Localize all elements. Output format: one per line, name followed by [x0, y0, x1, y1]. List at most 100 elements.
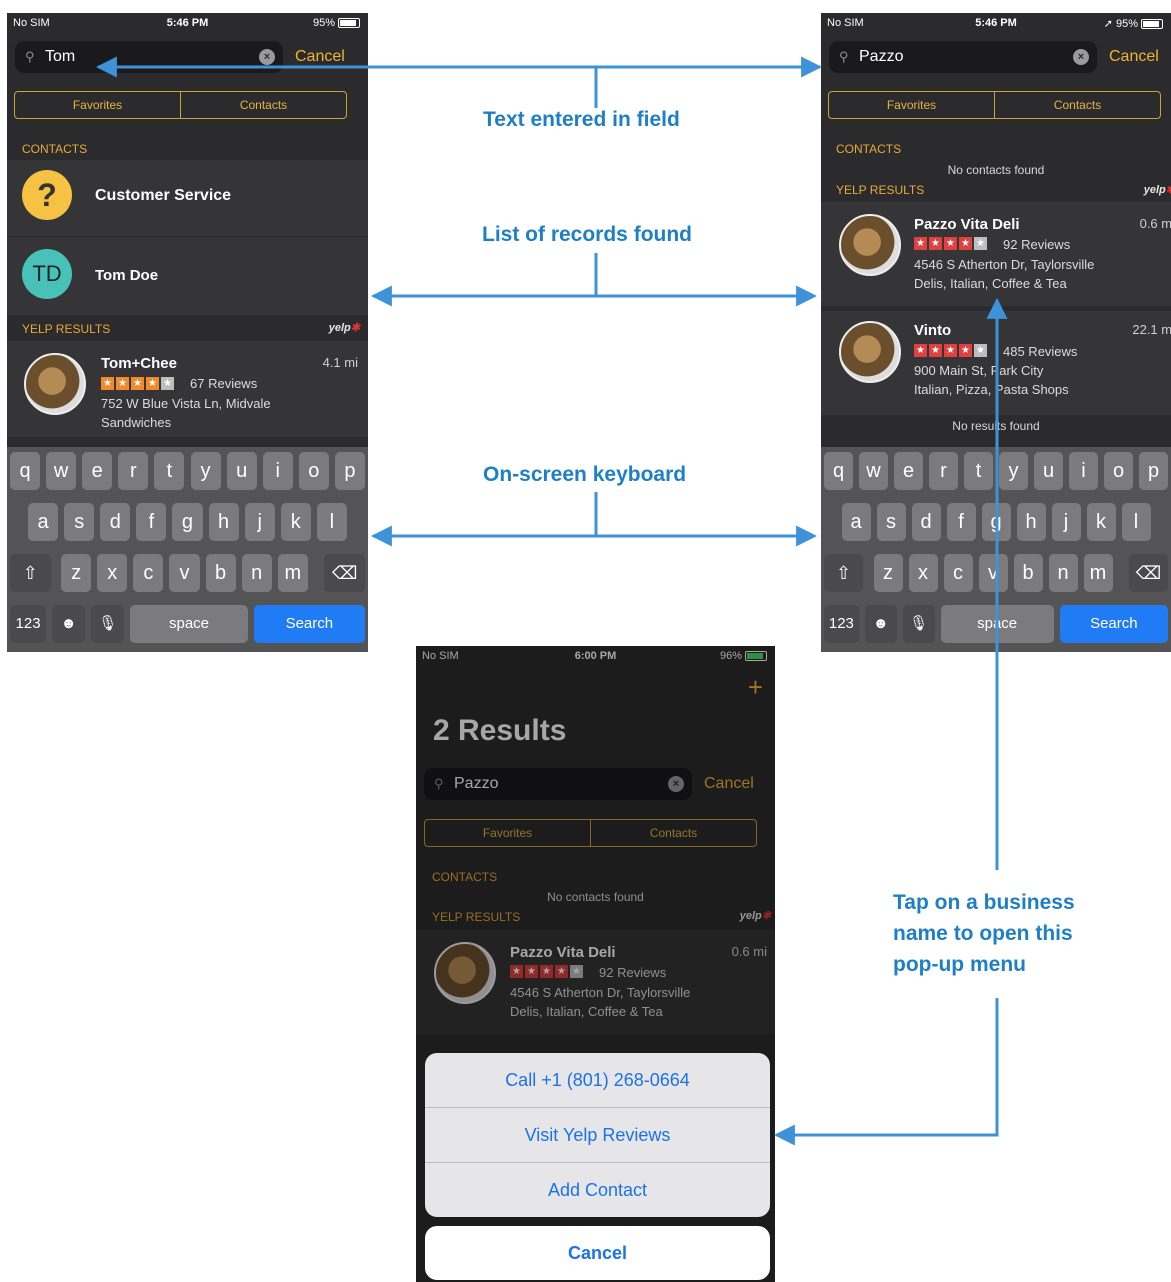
- tab-contacts[interactable]: Contacts: [180, 92, 346, 118]
- key-x[interactable]: x: [908, 554, 938, 592]
- key-h[interactable]: h: [208, 503, 239, 541]
- space-key[interactable]: space: [940, 605, 1054, 643]
- sheet-cancel-button[interactable]: Cancel: [425, 1226, 770, 1280]
- key-p[interactable]: p: [1139, 452, 1168, 490]
- key-t[interactable]: t: [964, 452, 993, 490]
- call-button[interactable]: Call +1 (801) 268-0664: [425, 1053, 770, 1108]
- numbers-key[interactable]: 123: [824, 605, 859, 643]
- key-a[interactable]: a: [28, 503, 59, 541]
- key-e[interactable]: e: [894, 452, 923, 490]
- cancel-button[interactable]: Cancel: [1109, 48, 1159, 66]
- key-k[interactable]: k: [280, 503, 311, 541]
- key-n[interactable]: n: [1048, 554, 1078, 592]
- business-name[interactable]: Vinto: [914, 322, 951, 339]
- space-key[interactable]: space: [130, 605, 248, 643]
- key-d[interactable]: d: [100, 503, 131, 541]
- key-b[interactable]: b: [205, 554, 236, 592]
- callout-text-field: Text entered in field: [483, 108, 680, 131]
- business-name[interactable]: Tom+Chee: [101, 355, 177, 372]
- key-q[interactable]: q: [10, 452, 41, 490]
- clear-icon[interactable]: ×: [259, 49, 275, 65]
- delete-key[interactable]: ⌫: [324, 554, 365, 592]
- key-q[interactable]: q: [824, 452, 853, 490]
- key-v[interactable]: v: [169, 554, 200, 592]
- key-u[interactable]: u: [1034, 452, 1063, 490]
- key-f[interactable]: f: [136, 503, 167, 541]
- key-g[interactable]: g: [172, 503, 203, 541]
- search-key[interactable]: Search: [253, 605, 365, 643]
- shift-key[interactable]: ⇧: [824, 554, 864, 592]
- tab-favorites[interactable]: Favorites: [829, 92, 994, 118]
- key-d[interactable]: d: [911, 503, 941, 541]
- key-x[interactable]: x: [97, 554, 128, 592]
- key-a[interactable]: a: [841, 503, 871, 541]
- search-input[interactable]: ⚲ Tom ×: [15, 41, 283, 73]
- key-w[interactable]: w: [859, 452, 888, 490]
- key-z[interactable]: z: [873, 554, 903, 592]
- key-y[interactable]: y: [999, 452, 1028, 490]
- key-r[interactable]: r: [118, 452, 149, 490]
- key-z[interactable]: z: [61, 554, 92, 592]
- contact-row[interactable]: TD Tom Doe: [7, 237, 368, 315]
- key-t[interactable]: t: [154, 452, 185, 490]
- yelp-row[interactable]: Tom+Chee 4.1 mi ★ ★ ★ ★ ★ 67 Reviews 752 W B…: [7, 341, 368, 437]
- key-c[interactable]: c: [133, 554, 164, 592]
- key-w[interactable]: w: [46, 452, 77, 490]
- review-count: 485 Reviews: [1003, 344, 1078, 359]
- star-icon: ★: [914, 344, 927, 357]
- key-j[interactable]: j: [1051, 503, 1081, 541]
- key-f[interactable]: f: [946, 503, 976, 541]
- action-sheet-cancel: Cancel: [425, 1226, 770, 1280]
- key-y[interactable]: y: [190, 452, 221, 490]
- emoji-key[interactable]: ☻: [864, 605, 897, 643]
- yelp-row[interactable]: Pazzo Vita Deli 0.6 mi ★★★★★ 92 Reviews …: [821, 202, 1171, 306]
- key-i[interactable]: i: [1069, 452, 1098, 490]
- key-r[interactable]: r: [929, 452, 958, 490]
- key-g[interactable]: g: [981, 503, 1011, 541]
- key-h[interactable]: h: [1016, 503, 1046, 541]
- key-s[interactable]: s: [876, 503, 906, 541]
- delete-key[interactable]: ⌫: [1128, 554, 1168, 592]
- key-l[interactable]: l: [316, 503, 347, 541]
- numbers-key[interactable]: 123: [10, 605, 47, 643]
- callout-tap: Tap on a business name to open this pop-…: [893, 891, 1075, 976]
- visit-yelp-button[interactable]: Visit Yelp Reviews: [425, 1108, 770, 1163]
- mic-key[interactable]: 🎙: [91, 605, 125, 643]
- key-p[interactable]: p: [334, 452, 365, 490]
- question-icon: ?: [22, 170, 72, 220]
- search-query: Pazzo: [859, 48, 904, 65]
- add-contact-button[interactable]: Add Contact: [425, 1163, 770, 1217]
- tab-favorites[interactable]: Favorites: [15, 92, 180, 118]
- key-n[interactable]: n: [241, 554, 272, 592]
- key-j[interactable]: j: [244, 503, 275, 541]
- key-o[interactable]: o: [1104, 452, 1133, 490]
- key-b[interactable]: b: [1013, 554, 1043, 592]
- mic-key[interactable]: 🎙: [902, 605, 935, 643]
- business-name[interactable]: Pazzo Vita Deli: [914, 216, 1020, 233]
- key-c[interactable]: c: [943, 554, 973, 592]
- shift-key[interactable]: ⇧: [10, 554, 51, 592]
- key-o[interactable]: o: [298, 452, 329, 490]
- business-photo: [839, 321, 901, 383]
- emoji-key[interactable]: ☻: [52, 605, 86, 643]
- search-input[interactable]: ⚲ Pazzo ×: [829, 41, 1097, 73]
- contact-name: Customer Service: [95, 187, 232, 204]
- cancel-button[interactable]: Cancel: [295, 48, 345, 66]
- key-m[interactable]: m: [1083, 554, 1113, 592]
- key-v[interactable]: v: [978, 554, 1008, 592]
- key-s[interactable]: s: [64, 503, 95, 541]
- contact-row[interactable]: ? Customer Service: [7, 160, 368, 236]
- tab-contacts[interactable]: Contacts: [994, 92, 1160, 118]
- search-key[interactable]: Search: [1059, 605, 1168, 643]
- key-k[interactable]: k: [1086, 503, 1116, 541]
- status-bar: No SIM 5:46 PM ➚ 95%: [821, 13, 1171, 33]
- key-i[interactable]: i: [262, 452, 293, 490]
- yelp-row[interactable]: Vinto 22.1 mi ★ ★ ★ ★ ★ 485 Reviews 900 Main…: [821, 311, 1171, 415]
- key-u[interactable]: u: [226, 452, 257, 490]
- keyboard: q w e r t y u i o p a s d f g h j k l ⇧ z x c v b n m ⌫ 123 ☻ 🎙 space Se…: [821, 447, 1171, 652]
- key-l[interactable]: l: [1121, 503, 1151, 541]
- no-contacts-text: No contacts found: [947, 163, 1045, 177]
- clear-icon[interactable]: ×: [1073, 49, 1089, 65]
- key-e[interactable]: e: [82, 452, 113, 490]
- key-m[interactable]: m: [277, 554, 308, 592]
